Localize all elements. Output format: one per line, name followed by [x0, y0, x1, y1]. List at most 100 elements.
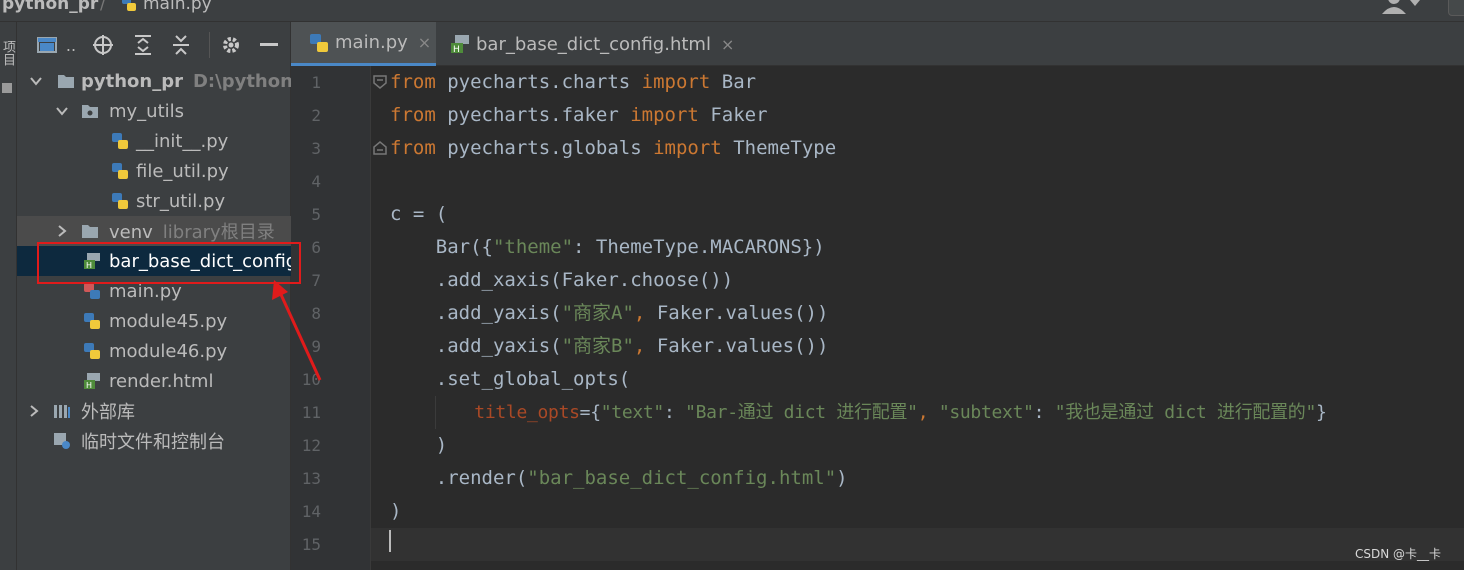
html-file-icon: H — [451, 35, 469, 54]
fold-marker-icon[interactable] — [373, 75, 387, 89]
tree-item-label: render.html — [109, 370, 214, 392]
project-toolbar: .. — [17, 22, 291, 66]
chevron-down-icon[interactable] — [29, 74, 43, 88]
python-file-icon — [122, 0, 136, 11]
tree-item-label: 临时文件和控制台 — [81, 432, 225, 453]
structure-icon[interactable] — [1, 82, 13, 94]
line-number: 2 — [311, 106, 321, 125]
code-line-8: .add_yaxis("商家A", Faker.values()) — [390, 302, 829, 324]
tree-item-label: __init__.py — [136, 130, 229, 152]
code-line-14: ) — [390, 500, 402, 522]
tab-main-py[interactable]: main.py × — [291, 22, 436, 66]
python-file-icon — [84, 313, 100, 329]
line-number: 13 — [301, 469, 321, 488]
code-line-6: Bar({"theme": ThemeType.MACARONS}) — [390, 236, 825, 258]
close-icon[interactable]: × — [418, 33, 431, 52]
line-number: 1 — [311, 73, 321, 92]
code-line-2: from pyecharts.faker import Faker — [390, 104, 768, 126]
tree-item-init-py[interactable]: __init__.py — [17, 126, 291, 156]
project-view-dropdown[interactable]: .. — [63, 34, 79, 56]
code-line-5: c = ( — [390, 203, 448, 225]
hide-icon[interactable] — [257, 34, 281, 56]
line-number: 3 — [311, 139, 321, 158]
tree-item-label: 外部库 — [81, 402, 135, 423]
code-line-7: .add_xaxis(Faker.choose()) — [390, 269, 734, 291]
caret-row-highlight — [371, 528, 1464, 561]
tree-item-file-util-py[interactable]: file_util.py — [17, 156, 291, 186]
libraries-icon — [54, 405, 70, 418]
tree-item-module46-py[interactable]: module46.py — [17, 336, 291, 366]
project-view-icon[interactable] — [35, 34, 59, 56]
code-line-1: from pyecharts.charts import Bar — [390, 71, 757, 93]
code-line-9: .add_yaxis("商家B", Faker.values()) — [390, 335, 829, 357]
line-number: 12 — [301, 436, 321, 455]
package-icon — [82, 105, 98, 118]
watermark: CSDN @卡__卡 — [1355, 547, 1442, 561]
tree-item-label: str_util.py — [136, 190, 226, 212]
python-file-icon — [112, 193, 128, 209]
line-number: 10 — [301, 370, 321, 389]
breadcrumb-separator: / — [100, 0, 106, 14]
code-line-13: .render("bar_base_dict_config.html") — [390, 467, 848, 489]
line-number: 4 — [311, 172, 321, 191]
line-number: 8 — [311, 304, 321, 323]
python-file-icon — [84, 283, 100, 299]
tree-item-label: module45.py — [109, 310, 228, 332]
left-tool-stripe: 项目 — [0, 22, 17, 570]
tree-item-module45-py[interactable]: module45.py — [17, 306, 291, 336]
tab-label: main.py — [335, 32, 408, 53]
tree-item-label: file_util.py — [136, 160, 229, 182]
settings-icon[interactable] — [219, 34, 243, 56]
project-panel: .. python_pr D:\python_p my_utils __init_… — [17, 22, 315, 570]
close-icon[interactable]: × — [721, 35, 734, 54]
code-line-10: .set_global_opts( — [390, 368, 631, 390]
user-dropdown-icon[interactable] — [1382, 0, 1422, 14]
locate-icon[interactable] — [91, 34, 115, 56]
python-file-icon — [112, 133, 128, 149]
python-file-icon — [310, 33, 328, 52]
tab-bar-base-dict-config-html[interactable]: H bar_base_dict_config.html × — [438, 22, 738, 66]
chevron-down-icon[interactable] — [55, 104, 69, 118]
line-number: 11 — [301, 403, 321, 422]
tree-item-external-libraries[interactable]: 外部库 — [17, 396, 291, 426]
tree-item-label: my_utils — [109, 100, 185, 122]
search-everywhere-button[interactable] — [1448, 0, 1464, 16]
project-tool-window-tab[interactable]: 项目 — [0, 40, 15, 66]
folder-icon — [58, 75, 74, 88]
code-line-11: title_opts={"text": "Bar-通过 dict 进行配置", … — [474, 402, 1327, 423]
svg-text:H: H — [86, 381, 92, 390]
breadcrumb-project[interactable]: python_pr — [2, 0, 98, 14]
python-file-icon — [112, 163, 128, 179]
chevron-right-icon[interactable] — [55, 224, 69, 238]
tab-label: bar_base_dict_config.html — [476, 33, 711, 55]
tree-item-str-util-py[interactable]: str_util.py — [17, 186, 291, 216]
line-number: 5 — [311, 205, 321, 224]
tree-item-label: module46.py — [109, 340, 228, 362]
html-file-icon: H — [84, 373, 100, 390]
tree-item-render-html[interactable]: H render.html — [17, 366, 291, 396]
code-line-12: ) — [390, 434, 448, 456]
collapse-all-icon[interactable] — [169, 34, 193, 56]
chevron-right-icon[interactable] — [27, 404, 41, 418]
tree-item-python-pr[interactable]: python_pr D:\python_p — [17, 66, 315, 96]
tree-item-my-utils[interactable]: my_utils — [17, 96, 291, 126]
tree-item-label: python_pr D:\python_p — [81, 70, 315, 92]
scratches-icon — [54, 433, 70, 449]
svg-text:H: H — [453, 45, 460, 54]
text-caret — [389, 530, 391, 552]
tree-item-label: venv library根目录 — [109, 222, 275, 243]
line-number: 15 — [301, 535, 321, 554]
toolbar-separator — [209, 32, 210, 58]
code-editor[interactable]: 1 2 3 4 5 6 7 8 9 10 11 12 13 14 15 from… — [291, 66, 1464, 570]
code-line-3: from pyecharts.globals import ThemeType — [390, 137, 837, 159]
line-number-gutter: 1 2 3 4 5 6 7 8 9 10 11 12 13 14 15 — [291, 66, 371, 570]
folder-icon — [82, 225, 98, 238]
tree-item-scratches[interactable]: 临时文件和控制台 — [17, 426, 291, 456]
line-number: 14 — [301, 502, 321, 521]
editor-tabs: main.py × H bar_base_dict_config.html × — [291, 22, 1464, 66]
expand-all-icon[interactable] — [131, 34, 155, 56]
annotation-highlight-box — [37, 242, 301, 284]
breadcrumb-file[interactable]: main.py — [143, 0, 212, 14]
fold-marker-icon[interactable] — [373, 141, 387, 155]
navigation-bar: python_pr / main.py — [0, 0, 1464, 22]
